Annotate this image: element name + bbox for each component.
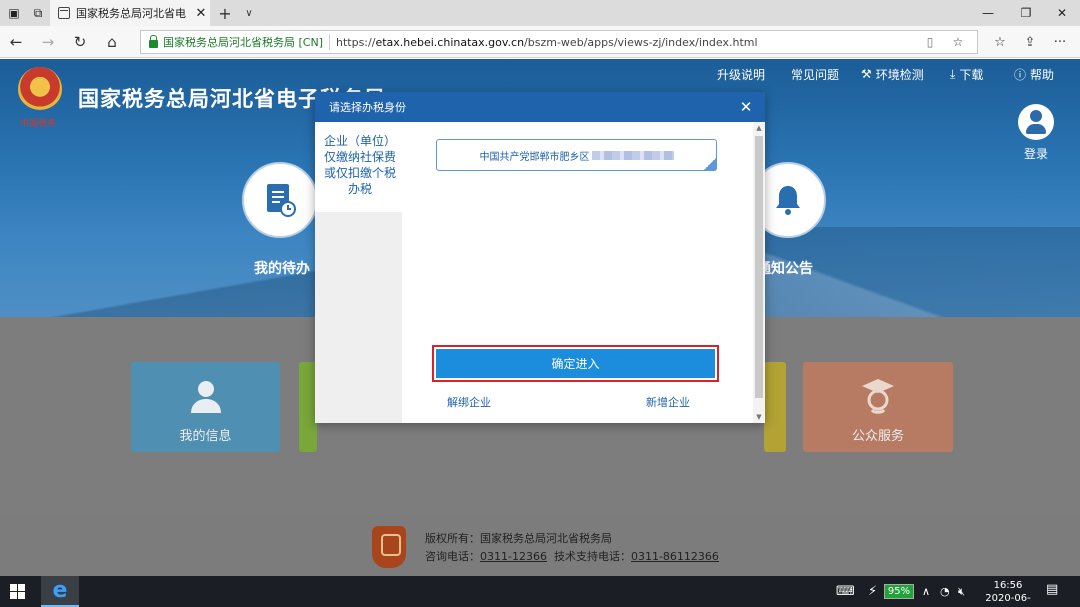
nav-help[interactable]: ⓘ 帮助 [1014, 64, 1054, 84]
power-plug-icon: ⚡ [868, 584, 878, 599]
wifi-icon[interactable]: ◔ [940, 576, 950, 607]
volume-mute-icon[interactable]: 🔇︎ [958, 576, 965, 607]
more-menu-icon[interactable]: ··· [1048, 30, 1072, 54]
contact-line: 咨询电话：0311-12366 技术支持电话：0311-86112366 [425, 550, 719, 563]
page-footer: 版权所有：国家税务总局河北省税务局 咨询电话：0311-12366 技术支持电话… [0, 517, 1080, 576]
redacted-company-suffix [591, 150, 674, 160]
notification-center-icon[interactable]: ▤ [1046, 582, 1064, 600]
scrollbar-thumb[interactable] [755, 136, 763, 398]
dialog-scrollbar[interactable]: ▲ ▼ [753, 122, 765, 423]
login-avatar-icon[interactable] [1018, 104, 1054, 140]
nav-download[interactable]: ⤓ 下载 [950, 64, 983, 84]
wrench-icon: ⚒ [861, 67, 872, 81]
favorite-star-icon[interactable]: ☆ [947, 31, 969, 53]
tile-my-info-label: 我的信息 [179, 429, 232, 444]
tab-close-icon[interactable]: ✕ [192, 6, 210, 21]
tile-my-info[interactable]: 我的信息 [131, 362, 280, 452]
new-tab-button[interactable]: + [214, 0, 236, 26]
login-link[interactable]: 登录 [1024, 145, 1048, 162]
set-aside-tabs-icon[interactable]: ⧉ [26, 0, 50, 26]
help-icon: ⓘ [1014, 67, 1027, 82]
document-clock-icon [267, 184, 296, 217]
tab-manager-icon[interactable]: ▣ [2, 0, 26, 26]
browser-tab-bar: ▣ ⧉ 国家税务总局河北省电 ✕ + ∨ — ❐ ✕ [0, 0, 1080, 26]
tax-service-logo [372, 526, 406, 568]
keyboard-icon[interactable]: ⌨ [836, 576, 855, 607]
favorites-hub-icon[interactable]: ☆ [988, 30, 1012, 54]
edge-browser-icon[interactable]: e [41, 576, 79, 607]
page-icon [58, 7, 70, 19]
reading-view-icon[interactable]: ▯ [919, 31, 941, 53]
tab-preview-chevron-icon[interactable]: ∨ [238, 0, 260, 26]
scroll-down-icon[interactable]: ▼ [753, 411, 765, 423]
notice-label[interactable]: 通知公告 [757, 258, 813, 278]
address-bar[interactable]: 国家税务总局河北省税务局 [CN] https://etax.hebei.chi… [140, 30, 978, 54]
site-identity[interactable]: 国家税务总局河北省税务局 [CN] [163, 34, 330, 50]
clock-date: 2020-06-22 [985, 593, 1031, 607]
identity-select-dialog: 请选择办税身份 ✕ 企业（单位）仅缴纳社保费或仅扣缴个税办税 中国共产党邯郸市肥… [315, 92, 765, 423]
home-button[interactable]: ⌂ [100, 30, 124, 54]
download-icon: ⤓ [950, 66, 956, 81]
windows-taskbar: e ⌨ ⚡ 95% ∧ ◔ 🔇︎ 16:56 2020-06-22 ▤ [0, 576, 1080, 607]
clock-time: 16:56 [993, 580, 1023, 591]
dialog-header: 请选择办税身份 ✕ [315, 92, 765, 122]
url-text[interactable]: https://etax.hebei.chinatax.gov.cn/bszm-… [336, 36, 758, 49]
refresh-button[interactable]: ↻ [68, 30, 92, 54]
nav-upgrade-notes[interactable]: 升级说明 [717, 64, 765, 84]
lock-icon [149, 35, 158, 48]
emblem-caption: 中国税务 [20, 119, 57, 129]
confirm-highlight-box: 确定进入 [432, 345, 719, 382]
browser-tab[interactable]: 国家税务总局河北省电 ✕ [50, 0, 210, 26]
company-option-card[interactable]: 中国共产党邯郸市肥乡区 [436, 139, 717, 171]
graduate-icon [862, 379, 894, 414]
restore-button[interactable]: ❐ [1008, 0, 1044, 26]
tax-emblem-logo [18, 67, 62, 111]
add-company-link[interactable]: 新增企业 [646, 394, 690, 410]
consult-phone-link[interactable]: 0311-12366 [480, 550, 547, 563]
todo-circle-button[interactable] [242, 162, 318, 238]
todo-label[interactable]: 我的待办 [254, 258, 310, 278]
minimize-button[interactable]: — [970, 0, 1006, 26]
back-button[interactable]: ← [4, 30, 28, 54]
company-name: 中国共产党邯郸市肥乡区 [479, 151, 590, 163]
scroll-up-icon[interactable]: ▲ [753, 122, 765, 134]
nav-environment-check[interactable]: ⚒ 环境检测 [861, 64, 924, 84]
nav-faq[interactable]: 常见问题 [791, 64, 839, 84]
windows-start-icon[interactable] [10, 584, 25, 599]
selected-check-icon [703, 157, 717, 171]
support-phone-link[interactable]: 0311-86112366 [631, 550, 719, 563]
user-icon [190, 381, 221, 413]
battery-indicator[interactable]: 95% [884, 584, 914, 599]
tab-title: 国家税务总局河北省电 [76, 7, 186, 20]
tile-yellow-partial[interactable] [764, 362, 786, 452]
system-clock[interactable]: 16:56 2020-06-22 [980, 579, 1036, 607]
copyright-text: 版权所有：国家税务总局河北省税务局 [425, 532, 612, 545]
identity-type-item[interactable]: 企业（单位）仅缴纳社保费或仅扣缴个税办税 [315, 122, 402, 212]
forward-button[interactable]: → [36, 30, 60, 54]
window-close-button[interactable]: ✕ [1044, 0, 1080, 26]
share-icon[interactable]: ⇪ [1018, 30, 1042, 54]
unbind-company-link[interactable]: 解绑企业 [447, 394, 491, 410]
browser-toolbar: ← → ↻ ⌂ 国家税务总局河北省税务局 [CN] https://etax.h… [0, 26, 1080, 58]
tile-public-service-label: 公众服务 [851, 429, 904, 444]
confirm-enter-button[interactable]: 确定进入 [436, 349, 715, 378]
dialog-title: 请选择办税身份 [329, 101, 406, 114]
identity-type-sidebar: 企业（单位）仅缴纳社保费或仅扣缴个税办税 [315, 122, 402, 423]
tile-public-service[interactable]: 公众服务 [803, 362, 953, 452]
show-hidden-icons-chevron[interactable]: ∧ [922, 576, 930, 607]
bell-icon [776, 186, 800, 215]
dialog-close-icon[interactable]: ✕ [737, 98, 755, 116]
